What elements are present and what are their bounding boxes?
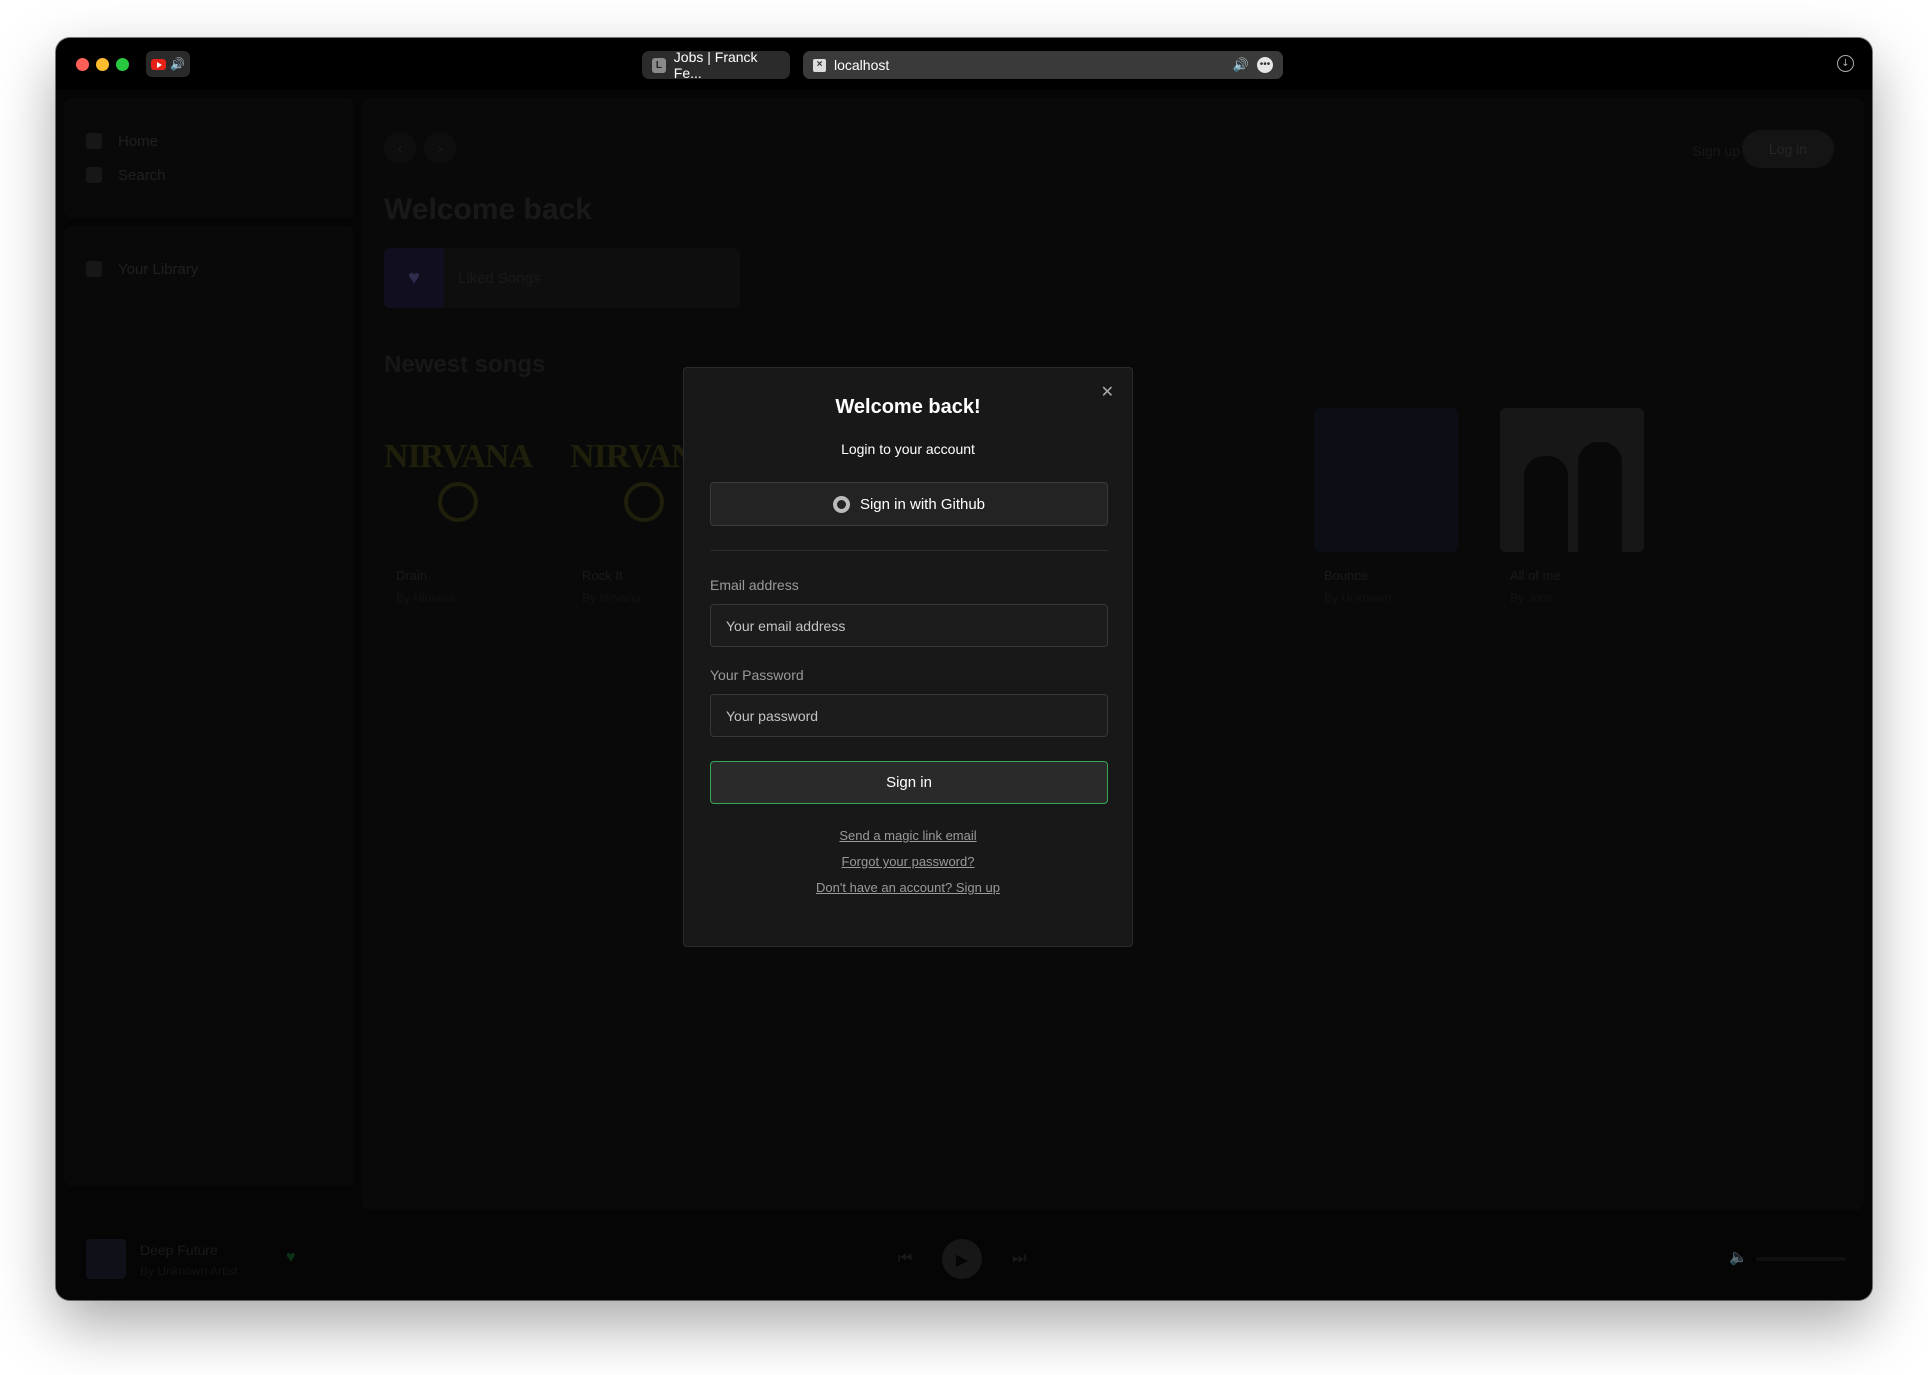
github-icon <box>832 495 850 513</box>
tab-localhost[interactable]: × localhost 🔊 ••• <box>803 51 1283 79</box>
tab-favicon-icon: × <box>813 58 826 72</box>
tab-label: localhost <box>834 57 890 73</box>
password-field[interactable] <box>710 694 1108 737</box>
more-icon[interactable]: ••• <box>1257 57 1273 73</box>
close-window-button[interactable] <box>76 58 89 71</box>
close-icon[interactable]: ✕ <box>1101 382 1114 401</box>
speaker-icon: 🔊 <box>170 57 185 71</box>
youtube-icon <box>151 58 167 70</box>
magic-link[interactable]: Send a magic link email <box>710 828 1106 843</box>
modal-subtitle: Login to your account <box>841 441 975 457</box>
tab-jobs[interactable]: L Jobs | Franck Fe... <box>642 49 790 81</box>
password-label: Your Password <box>710 667 804 683</box>
minimize-window-button[interactable] <box>96 58 109 71</box>
forgot-password-link[interactable]: Forgot your password? <box>710 854 1106 869</box>
title-bar: 🔊 L Jobs | Franck Fe... × localhost 🔊 ••… <box>56 38 1872 90</box>
email-label: Email address <box>710 577 799 593</box>
signin-button[interactable]: Sign in <box>710 761 1108 804</box>
github-signin-label: Sign in with Github <box>859 495 986 513</box>
speaker-icon[interactable]: 🔊 <box>1233 58 1249 73</box>
signup-link[interactable]: Don't have an account? Sign up <box>710 880 1106 895</box>
media-indicator[interactable]: 🔊 <box>146 51 190 77</box>
login-modal: ✕ Welcome back! Login to your account Si… <box>683 367 1133 947</box>
email-field[interactable] <box>710 604 1108 647</box>
tab-favicon-icon: L <box>652 57 666 73</box>
maximize-window-button[interactable] <box>116 58 129 71</box>
tab-label: Jobs | Franck Fe... <box>673 49 758 81</box>
divider <box>710 550 1108 551</box>
auth-links: Send a magic link email Forgot your pass… <box>710 828 1106 895</box>
github-signin-button[interactable]: Sign in with Github <box>710 482 1108 526</box>
modal-title: Welcome back! <box>835 396 981 418</box>
download-icon[interactable]: ↓ <box>1837 55 1854 72</box>
